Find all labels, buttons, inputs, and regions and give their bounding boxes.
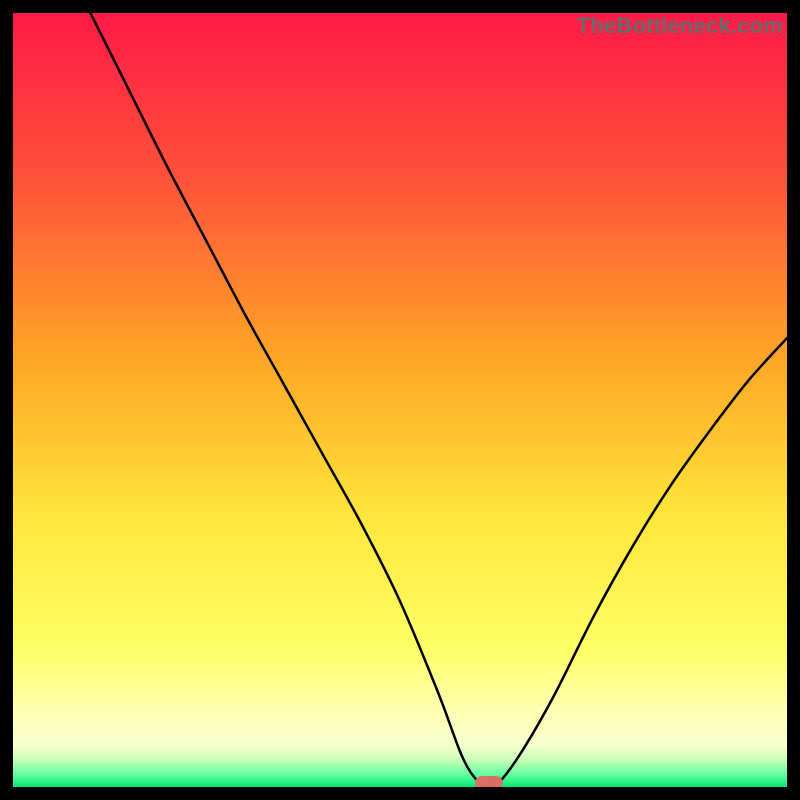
plot-area: TheBottleneck.com xyxy=(13,13,787,787)
watermark-text: TheBottleneck.com xyxy=(577,13,783,39)
chart-frame: TheBottleneck.com xyxy=(13,13,787,787)
optimal-marker xyxy=(475,776,503,787)
bottleneck-curve xyxy=(13,13,787,787)
